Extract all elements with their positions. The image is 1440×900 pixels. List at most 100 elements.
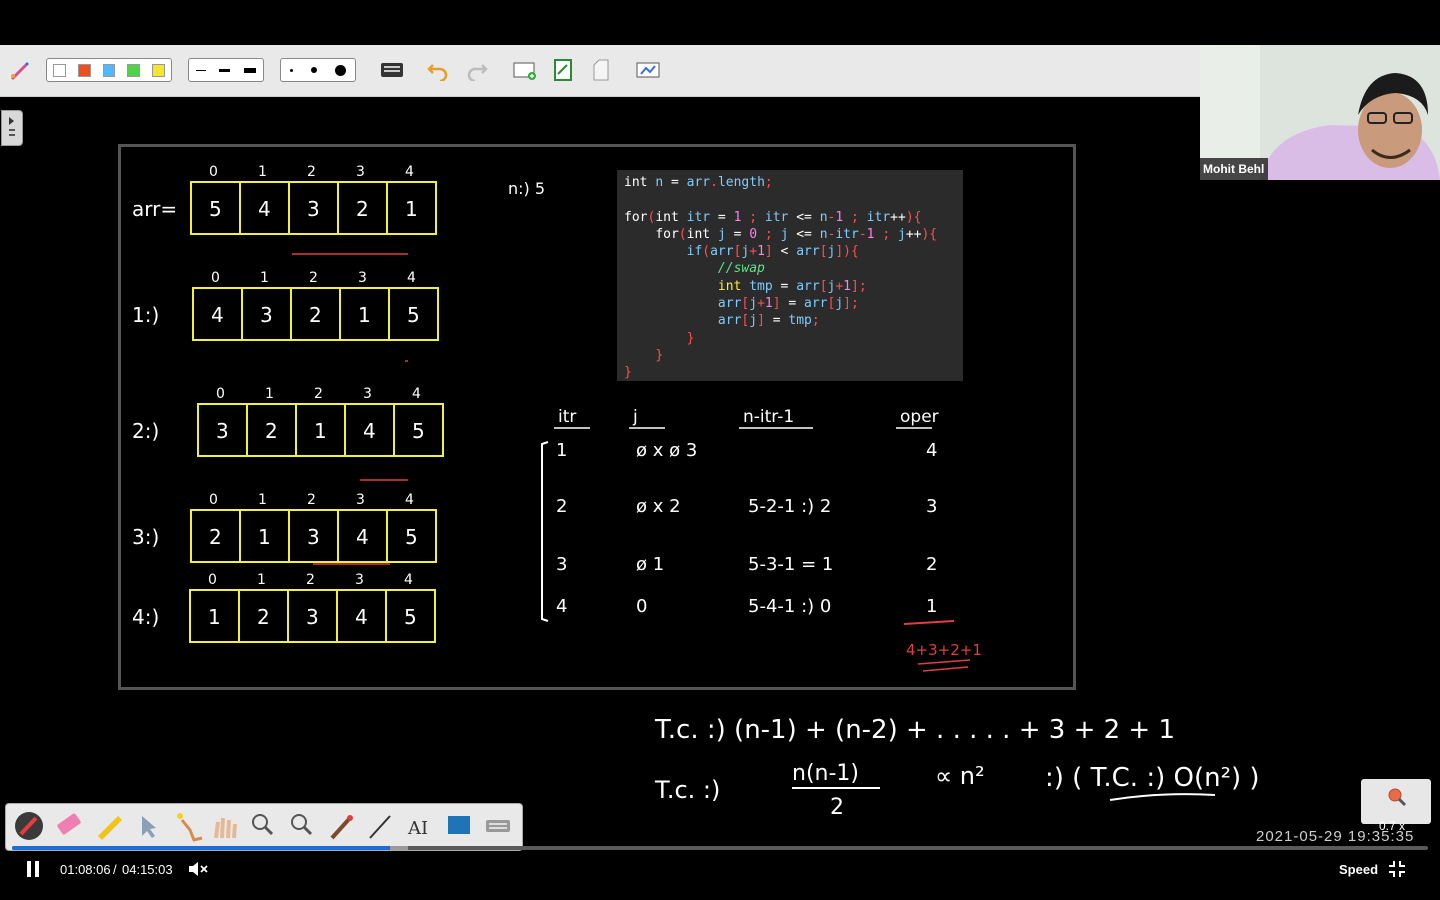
- array-index-label: 3: [358, 270, 367, 286]
- sum-divider: [903, 620, 955, 625]
- array-cell-value: 4: [363, 419, 376, 443]
- formula-lhs: T.c. :): [654, 776, 720, 804]
- array-index-label: 1: [258, 492, 267, 508]
- array-index-label: 3: [356, 164, 365, 180]
- array-cell-value: 1: [208, 605, 221, 629]
- table-cell-j: ø 1: [636, 554, 664, 575]
- table-cell-itr: 3: [556, 554, 567, 575]
- dot-size-group: [280, 58, 356, 82]
- array-row-label: arr=: [132, 197, 177, 221]
- progress-buffer: [390, 846, 409, 850]
- side-panel-toggle[interactable]: [1, 110, 23, 146]
- text-tool-icon[interactable]: AI: [407, 818, 428, 839]
- pointer-arrow-icon[interactable]: [142, 816, 156, 838]
- table-cell-calc: 5-4-1 :) 0: [748, 596, 831, 617]
- laser-pointer-icon[interactable]: [177, 813, 203, 842]
- pen-settings-icon[interactable]: [6, 57, 32, 83]
- pause-button[interactable]: [22, 858, 44, 880]
- screen-tool-icon[interactable]: [448, 816, 470, 834]
- medium-line-option[interactable]: [219, 68, 231, 72]
- formula-result: :) ( T.C. :) O(n²) ): [1045, 763, 1260, 793]
- array-cell-value: 3: [307, 525, 320, 549]
- color-green-swatch[interactable]: [127, 63, 141, 77]
- color-white-swatch[interactable]: [53, 63, 66, 77]
- speed-button[interactable]: Speed: [1339, 862, 1378, 877]
- eraser-icon[interactable]: [57, 813, 82, 835]
- array-index-label: 0: [216, 386, 225, 402]
- array-cell-value: 1: [358, 303, 371, 327]
- result-underline: [1109, 793, 1216, 801]
- table-cell-calc: 5-3-1 = 1: [748, 554, 833, 575]
- brush-icon[interactable]: [330, 815, 353, 840]
- page-icon[interactable]: [588, 57, 614, 83]
- array-index-label: 0: [211, 270, 220, 286]
- keyboard-icon[interactable]: [379, 57, 405, 83]
- color-blue-swatch[interactable]: [102, 63, 116, 77]
- operations-sum: 4+3+2+1: [906, 641, 982, 659]
- array-cell-value: 4: [258, 197, 271, 221]
- line-tool-icon[interactable]: [369, 815, 391, 839]
- export-icon[interactable]: [550, 57, 576, 83]
- thin-line-option[interactable]: [195, 69, 206, 71]
- redo-icon[interactable]: [464, 57, 490, 83]
- array-index-label: 1: [265, 386, 274, 402]
- array-cell-value: 1: [405, 197, 418, 221]
- array-index-label: 2: [307, 492, 316, 508]
- table-cell-oper: 4: [926, 440, 937, 461]
- formula-proportional: ∝ n²: [935, 762, 985, 790]
- drawing-tools-icons: AI: [15, 812, 510, 842]
- color-yellow-swatch[interactable]: [152, 63, 165, 77]
- array-cell-value: 4: [355, 605, 368, 629]
- array-cell-value: 2: [265, 419, 278, 443]
- medium-dot-option[interactable]: [311, 67, 317, 73]
- array-cell-value: 4: [211, 303, 224, 327]
- screenshot-icon[interactable]: [635, 57, 661, 83]
- array-cell-value: 3: [260, 303, 273, 327]
- array-index-label: 2: [307, 164, 316, 180]
- array-cell-value: 2: [257, 605, 270, 629]
- add-page-icon[interactable]: [512, 57, 538, 83]
- code-text: int n = arr.length; for(int itr = 1 ; it…: [624, 175, 938, 381]
- pen-tool-icon[interactable]: [15, 812, 43, 840]
- array-cell-value: 3: [306, 605, 319, 629]
- table-bracket: [541, 441, 549, 622]
- sum-underline: [917, 659, 971, 665]
- table-cell-j: 0: [636, 596, 647, 617]
- keyboard-tool-icon[interactable]: [486, 820, 510, 832]
- zoom-magnifier-icon: [1388, 788, 1407, 807]
- table-cell-oper: 3: [926, 496, 937, 517]
- array-row-label: 2:): [132, 419, 159, 443]
- iteration-table: itr j n-itr-1 oper 1 ø x ø 3 4 2 ø x 2 5-2-1 :) 2…: [541, 407, 982, 672]
- array-index-label: 1: [257, 572, 266, 588]
- array-cell-value: 2: [309, 303, 322, 327]
- complexity-formula: T.c. :) (n-1) + (n-2) + . . . . . + 3 + …: [654, 715, 1260, 820]
- hand-pan-icon[interactable]: [214, 817, 237, 839]
- n-equals-note: n:) 5: [508, 179, 545, 198]
- large-dot-option[interactable]: [335, 64, 346, 76]
- zoom-out-icon[interactable]: [291, 814, 313, 836]
- table-header: j: [632, 407, 638, 427]
- array-index-label: 3: [355, 572, 364, 588]
- volume-button[interactable]: [186, 858, 210, 880]
- array-cell-value: 4: [356, 525, 369, 549]
- zoom-widget[interactable]: 0.7 x: [1361, 779, 1431, 833]
- table-header: n-itr-1: [743, 407, 794, 427]
- table-cell-calc: 5-2-1 :) 2: [748, 496, 831, 517]
- thick-line-option[interactable]: [244, 67, 257, 73]
- table-cell-itr: 4: [556, 596, 567, 617]
- formula-line-1: T.c. :) (n-1) + (n-2) + . . . . . + 3 + …: [654, 715, 1175, 745]
- array-index-label: 3: [356, 492, 365, 508]
- zoom-in-icon[interactable]: [252, 814, 274, 836]
- array-row-label: 3:): [132, 525, 159, 549]
- array-index-label: 2: [306, 572, 315, 588]
- array-index-label: 4: [405, 492, 414, 508]
- highlighter-icon[interactable]: [98, 816, 122, 840]
- small-dot-option[interactable]: [290, 68, 293, 72]
- table-header: itr: [558, 407, 576, 427]
- progress-bar[interactable]: [12, 846, 391, 850]
- pause-icon: [27, 861, 39, 877]
- undo-icon[interactable]: [425, 57, 451, 83]
- total-time: 04:15:03: [122, 862, 173, 877]
- exit-fullscreen-button[interactable]: [1386, 858, 1408, 880]
- color-red-swatch[interactable]: [77, 63, 91, 77]
